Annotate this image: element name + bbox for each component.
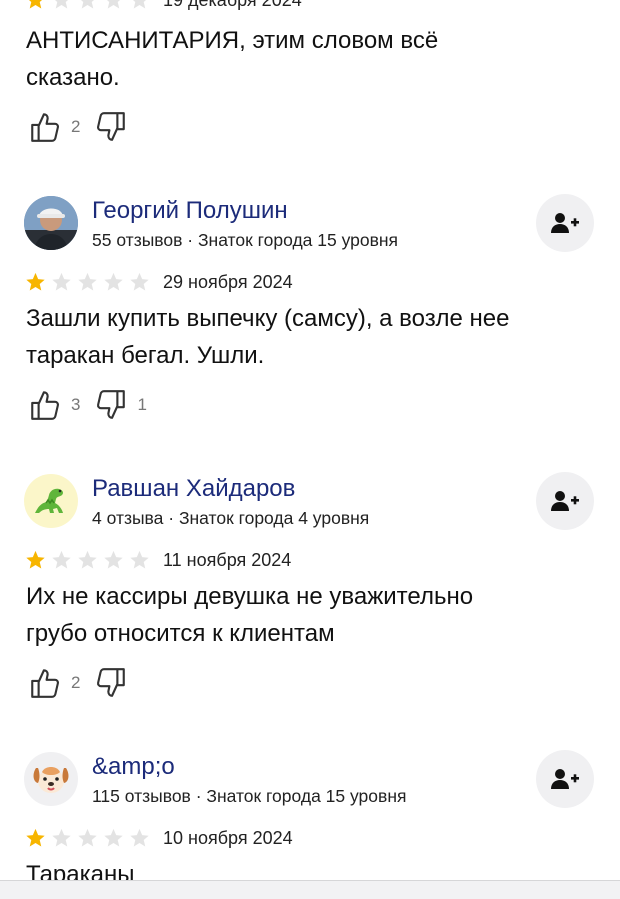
thumbs-up-icon bbox=[31, 669, 59, 698]
star-icon bbox=[52, 828, 71, 847]
star-icon bbox=[52, 550, 71, 569]
review-text: АНТИСАНИТАРИЯ, этим словом всё сказано. bbox=[26, 22, 586, 96]
review-text-line: таракан бегал. Ушли. bbox=[26, 342, 265, 369]
reactions: 2 bbox=[28, 110, 151, 144]
subscribe-button[interactable] bbox=[536, 194, 594, 252]
subscribe-button[interactable] bbox=[536, 472, 594, 530]
review-text-line: АНТИСАНИТАРИЯ, этим словом всё bbox=[26, 27, 439, 54]
star-icon bbox=[130, 272, 149, 291]
star-icon bbox=[52, 272, 71, 291]
author-meta: 55 отзывов · Знаток города 15 уровня bbox=[92, 230, 399, 250]
star-icon bbox=[106, 0, 121, 9]
review-text-line: Их не кассиры девушка не уважительно bbox=[26, 583, 474, 610]
dislike-button[interactable] bbox=[94, 110, 151, 144]
star-icon bbox=[26, 828, 45, 847]
add-user-icon bbox=[551, 491, 579, 511]
star-icon bbox=[80, 0, 95, 9]
like-button[interactable]: 2 bbox=[28, 110, 94, 144]
review-text-line: грубо относится к клиентам bbox=[26, 620, 335, 647]
author-name[interactable]: &amp;o bbox=[92, 753, 175, 781]
star-icon bbox=[104, 550, 123, 569]
dislike-button[interactable] bbox=[94, 666, 151, 700]
review-text: Их не кассиры девушка не уважительно гру… bbox=[26, 578, 586, 652]
star-icon bbox=[78, 828, 97, 847]
dislike-button[interactable]: 1 bbox=[94, 388, 160, 422]
person-avatar-icon bbox=[24, 196, 78, 250]
like-count: 2 bbox=[71, 673, 81, 692]
rating-stars bbox=[24, 827, 151, 849]
star-icon bbox=[78, 550, 97, 569]
review-date: 19 декабря 2024 bbox=[163, 0, 302, 10]
rating-stars bbox=[24, 271, 151, 293]
author-name[interactable]: Равшан Хайдаров bbox=[92, 475, 295, 503]
review-text: Зашли купить выпечку (самсу), а возле не… bbox=[26, 300, 586, 374]
star-icon bbox=[132, 0, 147, 9]
star-icon bbox=[104, 828, 123, 847]
add-user-icon bbox=[551, 213, 579, 233]
avatar[interactable] bbox=[24, 752, 78, 806]
rating-stars bbox=[24, 549, 151, 571]
star-icon bbox=[28, 0, 43, 9]
thumbs-up-icon bbox=[31, 391, 59, 420]
avatar[interactable] bbox=[24, 474, 78, 528]
thumbs-down-icon bbox=[97, 390, 126, 419]
author-name[interactable]: Георгий Полушин bbox=[92, 197, 288, 225]
reactions: 2 bbox=[28, 666, 151, 700]
rating-stars bbox=[24, 0, 151, 11]
subscribe-button[interactable] bbox=[536, 750, 594, 808]
reactions: 3 1 bbox=[28, 388, 161, 422]
star-icon bbox=[54, 0, 69, 9]
like-count: 3 bbox=[71, 395, 81, 414]
review-date: 10 ноября 2024 bbox=[163, 828, 293, 848]
star-icon bbox=[78, 272, 97, 291]
like-button[interactable]: 3 bbox=[28, 388, 94, 422]
star-icon bbox=[26, 550, 45, 569]
like-count: 2 bbox=[71, 117, 81, 136]
author-meta: 115 отзывов · Знаток города 15 уровня bbox=[92, 786, 407, 806]
avatar[interactable] bbox=[24, 196, 78, 250]
author-meta: 4 отзыва · Знаток города 4 уровня bbox=[92, 508, 370, 528]
dog-icon bbox=[33, 767, 69, 793]
thumbs-up-icon bbox=[31, 113, 59, 142]
review-text-line: сказано. bbox=[26, 64, 120, 91]
add-user-icon bbox=[551, 769, 579, 789]
like-button[interactable]: 2 bbox=[28, 666, 94, 700]
star-icon bbox=[26, 272, 45, 291]
review-date: 29 ноября 2024 bbox=[163, 272, 293, 292]
thumbs-down-icon bbox=[97, 112, 126, 141]
star-icon bbox=[130, 828, 149, 847]
star-icon bbox=[130, 550, 149, 569]
dinosaur-icon bbox=[35, 488, 63, 513]
star-icon bbox=[104, 272, 123, 291]
review-date: 11 ноября 2024 bbox=[163, 550, 292, 570]
review-text-line: Зашли купить выпечку (самсу), а возле не… bbox=[26, 305, 510, 332]
dislike-count: 1 bbox=[137, 395, 147, 414]
bottom-toolbar bbox=[0, 880, 620, 899]
thumbs-down-icon bbox=[97, 668, 126, 697]
